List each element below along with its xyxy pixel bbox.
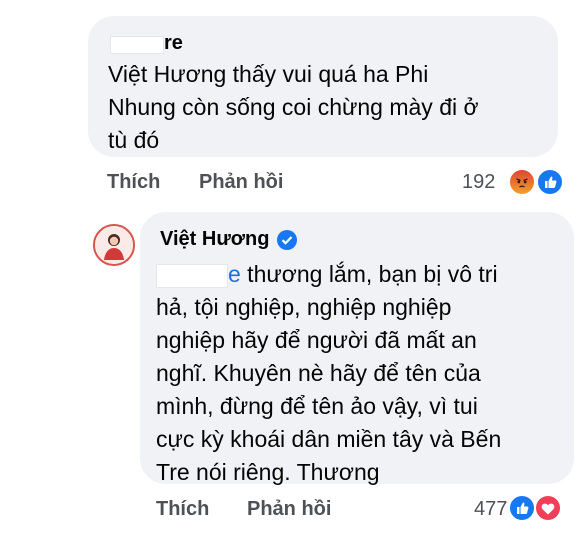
verified-badge-icon [277,229,298,250]
author-name: Việt Hương [160,228,270,250]
reply-button-2[interactable]: Phản hồi [247,498,331,521]
comment-line: e thương lắm, bạn bị vô tri [156,258,501,291]
reaction-count-1[interactable]: 192 [462,171,495,194]
comment-line-text: thương lắm, bạn bị vô tri [240,261,498,287]
reaction-count-2[interactable]: 477 [474,498,507,521]
like-icon [536,168,564,196]
comment-bubble-2: Việt Hương e thương lắm, bạn bị vô tri h… [140,212,574,485]
comment-line: hả, tội nghiệp, nghiệp nghiệp [156,294,452,320]
redacted-name-mask [110,35,164,54]
comment-line: Nhung còn sống coi chừng mày đi ở [108,94,479,120]
comment-line: Việt Hương thấy vui quá ha Phi [108,61,429,87]
comment-text-2: e thương lắm, bạn bị vô tri hả, tội nghi… [156,258,501,489]
reply-button-1[interactable]: Phản hồi [199,171,283,194]
comment-line: nghiệp hãy để người đã mất an [156,327,477,353]
comment-line: cực kỳ khoái dân miền tây và Bến [156,426,502,452]
comment-line: nghĩ. Khuyên nè hãy để tên của [156,360,481,386]
like-icon [508,494,536,522]
like-button-2[interactable]: Thích [156,498,209,521]
avatar[interactable] [93,224,135,266]
author-name-suffix: re [164,32,183,54]
comment-line: Tre nói riêng. Thương [156,459,380,485]
comment-line: tù đó [108,127,160,153]
comment-author-2[interactable]: Việt Hương [160,228,298,251]
comment-text-1: Việt Hương thấy vui quá ha Phi Nhung còn… [108,58,479,157]
comment-author-1[interactable]: re [110,32,183,55]
comment-line: mình, đừng để tên ảo vậy, vì tui [156,393,478,419]
angry-icon [508,168,536,196]
comment-bubble-1: re Việt Hương thấy vui quá ha Phi Nhung … [88,16,558,157]
love-icon [534,494,562,522]
mention-link[interactable]: e [228,261,241,287]
redacted-mention-mask [156,263,228,288]
like-button-1[interactable]: Thích [107,171,160,194]
